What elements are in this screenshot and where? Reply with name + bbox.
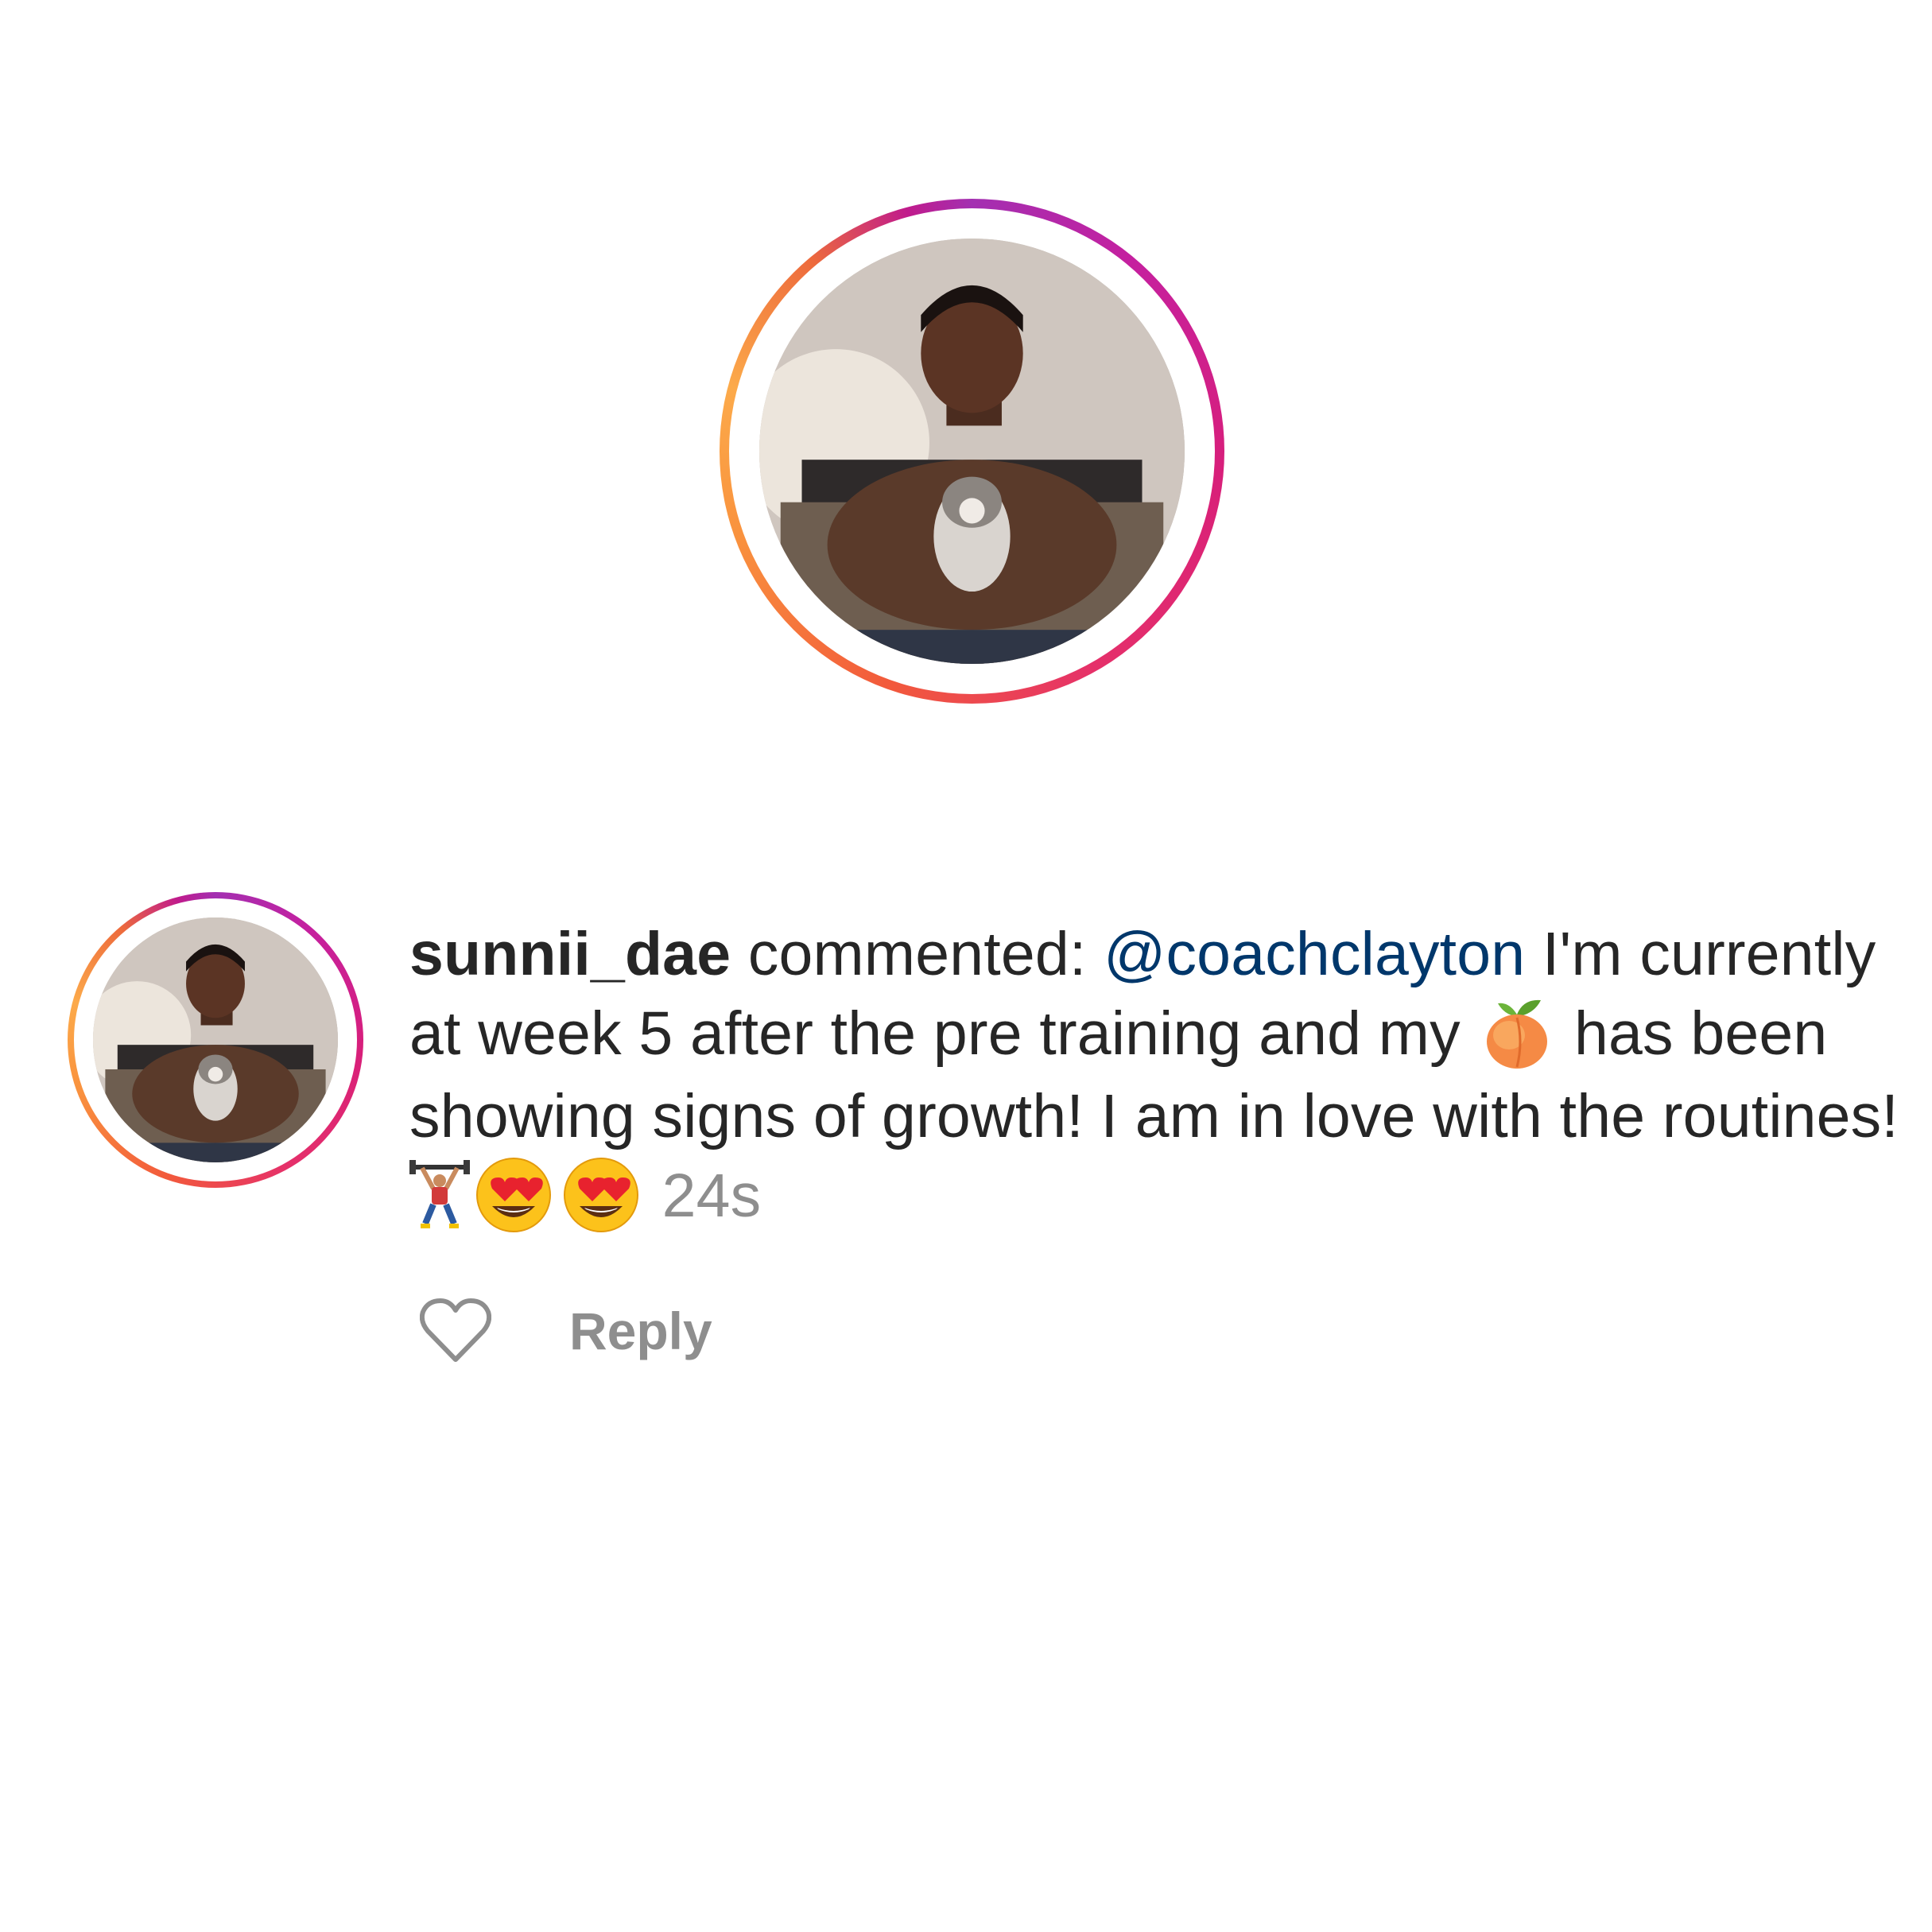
heart-eyes-emoji (470, 1157, 557, 1233)
avatar-photo-large (759, 239, 1185, 664)
commenter-story-ring[interactable] (68, 892, 363, 1188)
comment-timestamp: 24s (661, 1161, 762, 1230)
comment-mention-link[interactable]: @coachclayton (1104, 920, 1525, 988)
comment-username[interactable]: sunnii_dae (409, 920, 731, 988)
heart-outline-icon[interactable] (419, 1298, 492, 1364)
comment-text: sunnii_dae commented: @coachclayton I'm … (409, 914, 1920, 1238)
profile-story-ring[interactable] (720, 199, 1224, 704)
weightlifter-emoji (409, 1157, 470, 1233)
avatar-photo-small (93, 918, 338, 1162)
peach-emoji (1477, 995, 1557, 1072)
profile-avatar-large[interactable] (759, 239, 1185, 664)
comment-notification-view: sunnii_dae commented: @coachclayton I'm … (0, 0, 1932, 1932)
reply-button[interactable]: Reply (569, 1299, 712, 1363)
commenter-avatar[interactable] (93, 918, 338, 1162)
heart-eyes-emoji (557, 1157, 645, 1233)
comment-action-text: commented: (731, 920, 1104, 988)
